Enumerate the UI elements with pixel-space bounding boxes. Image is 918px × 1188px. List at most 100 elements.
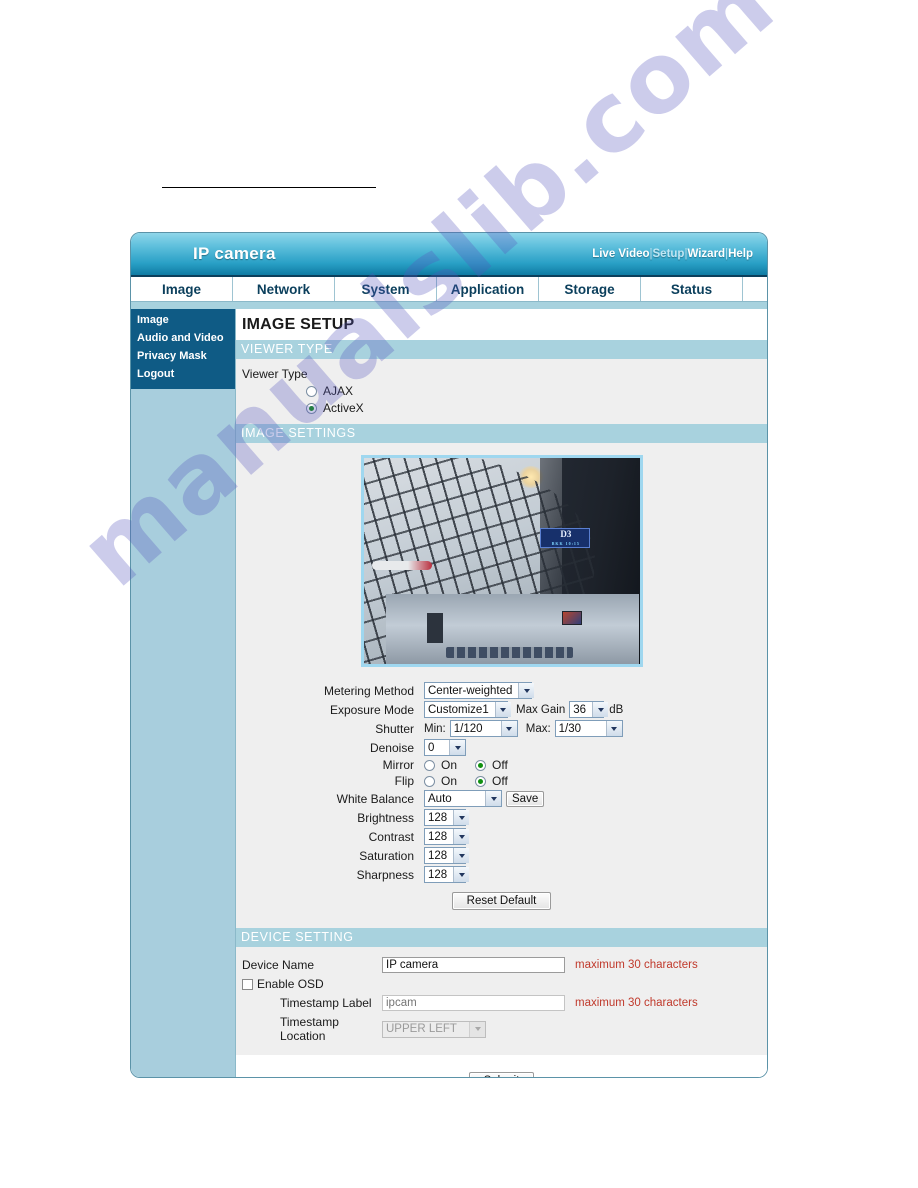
section-header-device-setting: DEVICE SETTING: [236, 928, 767, 947]
contrast-value: 128: [428, 830, 448, 843]
sidebar: Image Audio and Video Privacy Mask Logou…: [131, 309, 236, 1077]
chevron-down-icon[interactable]: [494, 702, 511, 717]
max-gain-select[interactable]: 36: [569, 701, 609, 718]
chevron-down-icon[interactable]: [592, 702, 609, 717]
radio-mirror-on-icon[interactable]: [424, 759, 435, 771]
tab-application[interactable]: Application: [437, 277, 539, 301]
viewer-type-option-ajax[interactable]: AJAX: [236, 383, 767, 399]
max-gain-unit: dB: [609, 703, 624, 716]
row-white-balance: White Balance Auto Save: [236, 790, 767, 807]
timestamp-location-label: Timestamp Location: [280, 1015, 339, 1043]
content-area: IMAGE SETUP VIEWER TYPE Viewer Type AJAX…: [236, 309, 767, 1077]
image-settings-form: Metering Method Center-weighted Exposure…: [236, 676, 767, 920]
header-link-setup[interactable]: Setup: [653, 248, 685, 260]
sidebar-item-privacy-mask[interactable]: Privacy Mask: [131, 347, 235, 365]
chevron-down-icon[interactable]: [518, 683, 535, 698]
radio-mirror-off-icon[interactable]: [475, 759, 487, 771]
shutter-min-label: Min:: [424, 722, 446, 735]
saturation-label: Saturation: [359, 848, 414, 863]
device-name-label: Device Name: [242, 958, 315, 972]
sidebar-menu: Image Audio and Video Privacy Mask Logou…: [131, 309, 235, 389]
white-balance-select[interactable]: Auto: [424, 790, 502, 807]
row-flip: Flip On Off: [236, 774, 767, 788]
saturation-select[interactable]: 128: [424, 847, 470, 864]
viewer-type-option-activex[interactable]: ActiveX: [236, 399, 767, 416]
chevron-down-icon[interactable]: [453, 829, 470, 844]
submit-button[interactable]: Submit: [468, 1072, 535, 1077]
save-white-balance-button[interactable]: Save: [506, 790, 545, 807]
flip-label: Flip: [394, 774, 414, 788]
device-name-input[interactable]: [382, 957, 565, 973]
nav-underbar: [131, 302, 767, 309]
brightness-label: Brightness: [357, 810, 414, 825]
shutter-min-value: 1/120: [453, 722, 483, 735]
tab-storage[interactable]: Storage: [539, 277, 641, 301]
chevron-down-icon[interactable]: [485, 791, 501, 806]
row-shutter: Shutter Min: 1/120 Max: 1/30: [236, 720, 767, 737]
tab-network[interactable]: Network: [233, 277, 335, 301]
row-timestamp-label: Timestamp Label maximum 30 characters: [236, 995, 767, 1011]
chevron-down-icon[interactable]: [605, 721, 622, 736]
main-nav: Image Network System Application Storage…: [131, 277, 767, 302]
max-gain-value: 36: [573, 703, 587, 716]
timestamp-location-value: UPPER LEFT: [386, 1023, 457, 1035]
timestamp-label-label: Timestamp Label: [280, 996, 372, 1010]
sharpness-select[interactable]: 128: [424, 866, 470, 883]
tab-spacer: [743, 277, 767, 301]
app-title: IP camera: [193, 244, 276, 263]
tab-status[interactable]: Status: [641, 277, 743, 301]
sidebar-item-audio-and-video[interactable]: Audio and Video: [131, 329, 235, 347]
exposure-mode-select[interactable]: Customize1: [424, 701, 511, 718]
shutter-max-value: 1/30: [558, 722, 582, 735]
radio-activex-icon[interactable]: [306, 402, 317, 414]
row-enable-osd[interactable]: Enable OSD: [236, 977, 767, 991]
shutter-max-select[interactable]: 1/30: [554, 720, 623, 737]
row-device-name: Device Name maximum 30 characters: [236, 957, 767, 973]
reset-default-button[interactable]: Reset Default: [451, 892, 552, 910]
header-link-live-video[interactable]: Live Video: [592, 248, 649, 260]
app-header: IP camera Live Video|Setup|Wizard|Help: [131, 233, 767, 277]
contrast-select[interactable]: 128: [424, 828, 470, 845]
shutter-min-select[interactable]: 1/120: [449, 720, 518, 737]
preview-aircraft: [371, 561, 432, 570]
metering-method-label: Metering Method: [323, 683, 414, 698]
sharpness-label: Sharpness: [356, 867, 414, 882]
sharpness-value: 128: [428, 868, 448, 881]
submit-area: Submit: [236, 1055, 767, 1077]
section-device-setting: Device Name maximum 30 characters Enable…: [236, 947, 767, 1055]
live-preview-image[interactable]: D3 BKK 10:15: [360, 455, 643, 667]
chevron-down-icon[interactable]: [453, 867, 470, 882]
denoise-label: Denoise: [369, 740, 414, 755]
radio-flip-on-icon[interactable]: [424, 775, 435, 787]
preview-pillar: [426, 613, 443, 644]
tab-system[interactable]: System: [335, 277, 437, 301]
row-exposure-mode: Exposure Mode Customize1 Max Gain 36 dB: [236, 701, 767, 718]
enable-osd-checkbox[interactable]: [242, 978, 253, 990]
chevron-down-icon[interactable]: [453, 848, 470, 863]
timestamp-label-input[interactable]: [382, 995, 565, 1011]
timestamp-location-select[interactable]: UPPER LEFT: [382, 1020, 486, 1038]
section-header-image-settings: IMAGE SETTINGS: [236, 424, 767, 443]
sidebar-item-image[interactable]: Image: [131, 311, 235, 329]
header-link-wizard[interactable]: Wizard: [687, 248, 725, 260]
brightness-select[interactable]: 128: [424, 809, 470, 826]
tab-image[interactable]: Image: [131, 277, 233, 301]
preview-wall-monitor: [561, 610, 582, 625]
sidebar-item-logout[interactable]: Logout: [131, 365, 235, 383]
exposure-mode-label: Exposure Mode: [329, 702, 414, 717]
section-viewer-type: Viewer Type AJAX ActiveX: [236, 359, 767, 424]
page-horizontal-rule: [162, 187, 376, 188]
chevron-down-icon[interactable]: [469, 1021, 485, 1037]
row-brightness: Brightness 128: [236, 809, 767, 826]
white-balance-label: White Balance: [336, 791, 414, 806]
exposure-mode-value: Customize1: [428, 703, 489, 716]
denoise-select[interactable]: 0: [424, 739, 466, 756]
chevron-down-icon[interactable]: [500, 721, 517, 736]
radio-ajax-icon[interactable]: [306, 385, 317, 397]
chevron-down-icon[interactable]: [453, 810, 470, 825]
header-link-help[interactable]: Help: [728, 248, 753, 260]
chevron-down-icon[interactable]: [449, 740, 465, 755]
radio-flip-off-icon[interactable]: [475, 775, 487, 787]
metering-method-select[interactable]: Center-weighted: [424, 682, 535, 699]
preview-seating-row: [446, 646, 574, 658]
